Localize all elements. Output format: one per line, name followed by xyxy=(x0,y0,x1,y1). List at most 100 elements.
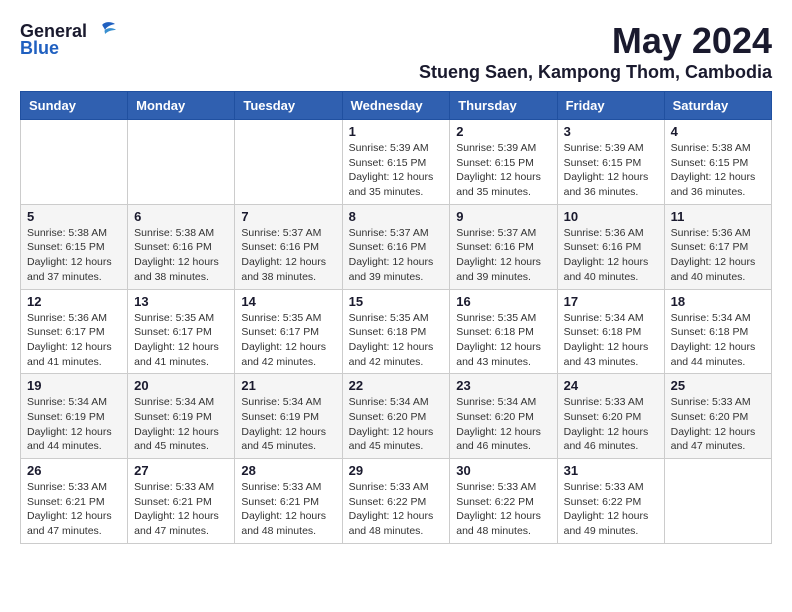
day-number: 13 xyxy=(134,294,228,309)
calendar-cell: 9 Sunrise: 5:37 AM Sunset: 6:16 PM Daylig… xyxy=(450,204,557,289)
day-info: Sunrise: 5:33 AM Sunset: 6:21 PM Dayligh… xyxy=(134,480,228,539)
calendar-cell: 25Sunrise: 5:33 AM Sunset: 6:20 PM Dayli… xyxy=(664,374,771,459)
calendar-cell xyxy=(235,120,342,205)
weekday-header-tuesday: Tuesday xyxy=(235,92,342,120)
day-info: Sunrise: 5:35 AM Sunset: 6:18 PM Dayligh… xyxy=(456,311,550,370)
calendar-cell: 15Sunrise: 5:35 AM Sunset: 6:18 PM Dayli… xyxy=(342,289,450,374)
calendar-cell: 1Sunrise: 5:39 AM Sunset: 6:15 PM Daylig… xyxy=(342,120,450,205)
day-info: Sunrise: 5:33 AM Sunset: 6:22 PM Dayligh… xyxy=(456,480,550,539)
calendar-cell: 14 Sunrise: 5:35 AM Sunset: 6:17 PM Dayli… xyxy=(235,289,342,374)
weekday-header-sunday: Sunday xyxy=(21,92,128,120)
day-number: 27 xyxy=(134,463,228,478)
day-number: 29 xyxy=(349,463,444,478)
calendar-week-row: 19 Sunrise: 5:34 AM Sunset: 6:19 PM Dayli… xyxy=(21,374,772,459)
logo-bird-icon xyxy=(89,20,117,42)
calendar-week-row: 5 Sunrise: 5:38 AM Sunset: 6:15 PM Daylig… xyxy=(21,204,772,289)
day-info: Sunrise: 5:38 AM Sunset: 6:15 PM Dayligh… xyxy=(27,226,121,285)
day-number: 31 xyxy=(564,463,658,478)
calendar-cell: 20 Sunrise: 5:34 AM Sunset: 6:19 PM Dayli… xyxy=(128,374,235,459)
day-number: 6 xyxy=(134,209,228,224)
day-info: Sunrise: 5:37 AM Sunset: 6:16 PM Dayligh… xyxy=(456,226,550,285)
day-info: Sunrise: 5:33 AM Sunset: 6:20 PM Dayligh… xyxy=(564,395,658,454)
day-number: 3 xyxy=(564,124,658,139)
day-info: Sunrise: 5:35 AM Sunset: 6:17 PM Dayligh… xyxy=(241,311,335,370)
calendar-cell: 18 Sunrise: 5:34 AM Sunset: 6:18 PM Dayli… xyxy=(664,289,771,374)
month-title: May 2024 xyxy=(419,20,772,62)
day-info: Sunrise: 5:36 AM Sunset: 6:16 PM Dayligh… xyxy=(564,226,658,285)
day-info: Sunrise: 5:37 AM Sunset: 6:16 PM Dayligh… xyxy=(241,226,335,285)
weekday-header-wednesday: Wednesday xyxy=(342,92,450,120)
calendar-cell: 11Sunrise: 5:36 AM Sunset: 6:17 PM Dayli… xyxy=(664,204,771,289)
day-info: Sunrise: 5:35 AM Sunset: 6:17 PM Dayligh… xyxy=(134,311,228,370)
calendar-cell: 10 Sunrise: 5:36 AM Sunset: 6:16 PM Dayli… xyxy=(557,204,664,289)
calendar-header: General Blue May 2024 Stueng Saen, Kampo… xyxy=(20,20,772,83)
day-info: Sunrise: 5:34 AM Sunset: 6:20 PM Dayligh… xyxy=(349,395,444,454)
day-number: 26 xyxy=(27,463,121,478)
day-number: 2 xyxy=(456,124,550,139)
day-number: 4 xyxy=(671,124,765,139)
calendar-week-row: 1 Sunrise: 5:39 AM Sunset: 6:15 PM Daylig… xyxy=(21,120,772,205)
day-number: 12 xyxy=(27,294,121,309)
calendar-cell: 22 Sunrise: 5:34 AM Sunset: 6:20 PM Dayli… xyxy=(342,374,450,459)
day-info: Sunrise: 5:36 AM Sunset: 6:17 PM Dayligh… xyxy=(27,311,121,370)
calendar-cell: 23Sunrise: 5:34 AM Sunset: 6:20 PM Dayli… xyxy=(450,374,557,459)
day-number: 16 xyxy=(456,294,550,309)
calendar-cell: 19 Sunrise: 5:34 AM Sunset: 6:19 PM Dayli… xyxy=(21,374,128,459)
day-number: 24 xyxy=(564,378,658,393)
calendar-cell: 13 Sunrise: 5:35 AM Sunset: 6:17 PM Dayli… xyxy=(128,289,235,374)
day-info: Sunrise: 5:34 AM Sunset: 6:18 PM Dayligh… xyxy=(671,311,765,370)
weekday-header-friday: Friday xyxy=(557,92,664,120)
day-number: 8 xyxy=(349,209,444,224)
day-info: Sunrise: 5:38 AM Sunset: 6:15 PM Dayligh… xyxy=(671,141,765,200)
calendar-cell: 4 Sunrise: 5:38 AM Sunset: 6:15 PM Daylig… xyxy=(664,120,771,205)
day-info: Sunrise: 5:33 AM Sunset: 6:21 PM Dayligh… xyxy=(241,480,335,539)
day-info: Sunrise: 5:34 AM Sunset: 6:19 PM Dayligh… xyxy=(241,395,335,454)
weekday-header-monday: Monday xyxy=(128,92,235,120)
calendar-cell: 6 Sunrise: 5:38 AM Sunset: 6:16 PM Daylig… xyxy=(128,204,235,289)
calendar-week-row: 26 Sunrise: 5:33 AM Sunset: 6:21 PM Dayli… xyxy=(21,459,772,544)
calendar-cell: 21 Sunrise: 5:34 AM Sunset: 6:19 PM Dayli… xyxy=(235,374,342,459)
calendar-cell: 3 Sunrise: 5:39 AM Sunset: 6:15 PM Daylig… xyxy=(557,120,664,205)
day-number: 18 xyxy=(671,294,765,309)
day-info: Sunrise: 5:39 AM Sunset: 6:15 PM Dayligh… xyxy=(564,141,658,200)
day-info: Sunrise: 5:35 AM Sunset: 6:18 PM Dayligh… xyxy=(349,311,444,370)
calendar-week-row: 12 Sunrise: 5:36 AM Sunset: 6:17 PM Dayli… xyxy=(21,289,772,374)
weekday-header-row: SundayMondayTuesdayWednesdayThursdayFrid… xyxy=(21,92,772,120)
day-number: 20 xyxy=(134,378,228,393)
calendar-table: SundayMondayTuesdayWednesdayThursdayFrid… xyxy=(20,91,772,544)
day-info: Sunrise: 5:38 AM Sunset: 6:16 PM Dayligh… xyxy=(134,226,228,285)
day-info: Sunrise: 5:37 AM Sunset: 6:16 PM Dayligh… xyxy=(349,226,444,285)
day-number: 23 xyxy=(456,378,550,393)
day-number: 19 xyxy=(27,378,121,393)
title-block: May 2024 Stueng Saen, Kampong Thom, Camb… xyxy=(419,20,772,83)
logo-text-blue: Blue xyxy=(20,38,59,59)
calendar-cell: 31Sunrise: 5:33 AM Sunset: 6:22 PM Dayli… xyxy=(557,459,664,544)
day-number: 11 xyxy=(671,209,765,224)
day-number: 10 xyxy=(564,209,658,224)
day-info: Sunrise: 5:34 AM Sunset: 6:19 PM Dayligh… xyxy=(134,395,228,454)
day-number: 9 xyxy=(456,209,550,224)
day-number: 1 xyxy=(349,124,444,139)
calendar-cell: 5 Sunrise: 5:38 AM Sunset: 6:15 PM Daylig… xyxy=(21,204,128,289)
calendar-cell xyxy=(128,120,235,205)
day-info: Sunrise: 5:33 AM Sunset: 6:22 PM Dayligh… xyxy=(349,480,444,539)
calendar-cell: 28 Sunrise: 5:33 AM Sunset: 6:21 PM Dayli… xyxy=(235,459,342,544)
calendar-cell: 27 Sunrise: 5:33 AM Sunset: 6:21 PM Dayli… xyxy=(128,459,235,544)
day-number: 30 xyxy=(456,463,550,478)
calendar-cell xyxy=(21,120,128,205)
day-info: Sunrise: 5:34 AM Sunset: 6:19 PM Dayligh… xyxy=(27,395,121,454)
calendar-cell: 12 Sunrise: 5:36 AM Sunset: 6:17 PM Dayli… xyxy=(21,289,128,374)
calendar-cell: 26Sunrise: 5:33 AM Sunset: 6:21 PM Dayli… xyxy=(21,459,128,544)
day-info: Sunrise: 5:39 AM Sunset: 6:15 PM Dayligh… xyxy=(456,141,550,200)
day-number: 14 xyxy=(241,294,335,309)
day-number: 22 xyxy=(349,378,444,393)
weekday-header-thursday: Thursday xyxy=(450,92,557,120)
day-number: 28 xyxy=(241,463,335,478)
day-number: 21 xyxy=(241,378,335,393)
calendar-cell: 30 Sunrise: 5:33 AM Sunset: 6:22 PM Dayli… xyxy=(450,459,557,544)
day-info: Sunrise: 5:34 AM Sunset: 6:18 PM Dayligh… xyxy=(564,311,658,370)
day-number: 7 xyxy=(241,209,335,224)
calendar-cell: 2 Sunrise: 5:39 AM Sunset: 6:15 PM Daylig… xyxy=(450,120,557,205)
day-number: 5 xyxy=(27,209,121,224)
calendar-cell: 7 Sunrise: 5:37 AM Sunset: 6:16 PM Daylig… xyxy=(235,204,342,289)
